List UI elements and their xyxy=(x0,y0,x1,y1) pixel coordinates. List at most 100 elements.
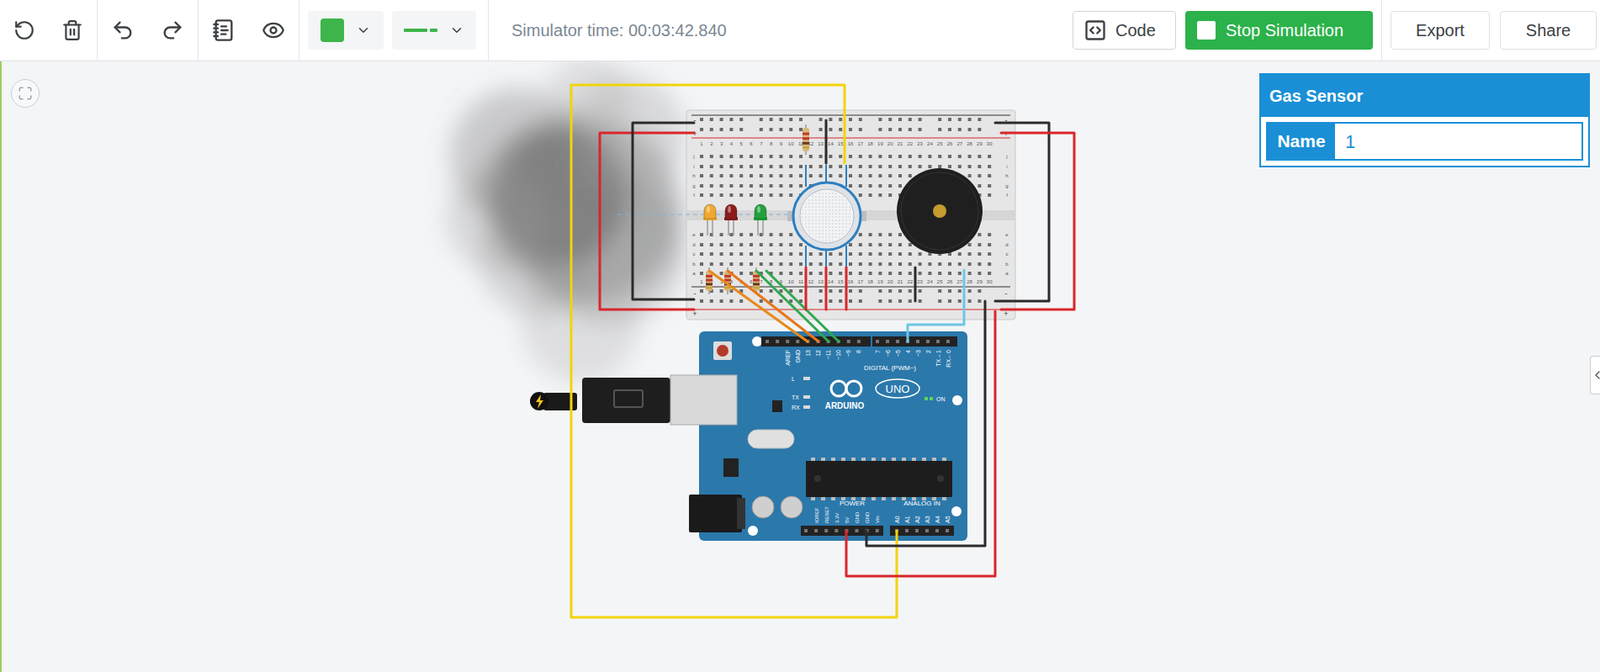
export-button[interactable]: Export xyxy=(1390,10,1490,50)
svg-text:13: 13 xyxy=(817,279,824,285)
microcontroller-chip xyxy=(805,457,953,501)
wire[interactable] xyxy=(995,122,1050,302)
svg-text:3: 3 xyxy=(720,141,724,147)
column-number: 66 xyxy=(749,141,753,285)
voltage-regulator xyxy=(723,458,739,477)
wire[interactable] xyxy=(756,270,829,342)
svg-text:e: e xyxy=(1005,232,1009,238)
led[interactable] xyxy=(753,204,768,236)
wire[interactable] xyxy=(1001,132,1075,310)
reset-button[interactable] xyxy=(713,341,732,361)
stop-simulation-button[interactable]: Stop Simulation xyxy=(1185,10,1373,50)
stop-icon xyxy=(1197,21,1216,40)
svg-text:30: 30 xyxy=(986,279,993,285)
simulator-time: Simulator time: 00:03:42.840 xyxy=(511,17,727,43)
svg-text:1: 1 xyxy=(699,279,704,285)
svg-text:h: h xyxy=(692,173,695,179)
svg-text:18: 18 xyxy=(867,141,874,147)
pin-label: ~5 xyxy=(895,349,901,357)
wire[interactable] xyxy=(632,122,695,300)
fit-view-button[interactable] xyxy=(10,79,40,108)
wire[interactable] xyxy=(571,84,897,618)
code-button[interactable]: Code xyxy=(1072,10,1177,50)
canvas-edge xyxy=(0,61,2,672)
wire[interactable] xyxy=(846,311,996,577)
redo-icon xyxy=(160,18,185,43)
arduino-uno[interactable]: AREFGND1312~11~10~987~6~54~32TX→1RX←0DIG… xyxy=(699,331,968,541)
pin-label: A0 xyxy=(894,515,901,524)
wire-style-dropdown[interactable] xyxy=(392,10,477,50)
svg-text:UNO: UNO xyxy=(885,382,911,396)
led[interactable] xyxy=(724,204,738,236)
share-button[interactable]: Share xyxy=(1499,10,1597,50)
svg-text:17: 17 xyxy=(857,141,864,147)
svg-text:6: 6 xyxy=(749,141,753,147)
column-number: 2020 xyxy=(887,141,894,285)
wire[interactable] xyxy=(846,267,848,310)
wire[interactable] xyxy=(866,301,986,546)
row-letter: bb xyxy=(692,261,1009,267)
inspector-panel: Gas SensorName1 xyxy=(1259,73,1590,168)
fullscreen-icon xyxy=(17,85,33,101)
row-letter: aa xyxy=(692,270,1009,276)
notes-icon xyxy=(211,18,236,43)
pin-label: 4 xyxy=(905,349,912,354)
svg-text:i: i xyxy=(1006,164,1007,170)
wire-color-dropdown[interactable] xyxy=(307,10,384,50)
svg-text:21: 21 xyxy=(897,141,904,147)
svg-text:30: 30 xyxy=(986,141,993,147)
piezo-buzzer[interactable] xyxy=(896,168,983,255)
svg-text:6: 6 xyxy=(749,279,753,285)
pin-label: Vin xyxy=(874,515,880,524)
svg-text:25: 25 xyxy=(937,279,944,285)
svg-text:f: f xyxy=(1006,192,1008,198)
svg-text:ON: ON xyxy=(936,396,946,403)
wire[interactable] xyxy=(766,270,839,342)
svg-text:17: 17 xyxy=(857,279,864,285)
undo-button[interactable] xyxy=(104,11,142,49)
svg-text:a: a xyxy=(1005,270,1009,276)
pin-label: 3.3V xyxy=(834,513,840,524)
arduino-logo: ARDUINOUNO xyxy=(825,379,920,411)
svg-text:8: 8 xyxy=(769,141,774,147)
pin-label: RX←0 xyxy=(945,349,952,368)
svg-text:14: 14 xyxy=(827,279,834,285)
wire[interactable] xyxy=(805,267,807,310)
breadboard[interactable]: 1122334455667788991010111112121313141415… xyxy=(686,110,1016,320)
column-number: 1818 xyxy=(867,141,874,285)
pin-label: 8 xyxy=(855,349,862,354)
side-panel-tab[interactable] xyxy=(1589,355,1600,395)
wire-style-icon xyxy=(403,26,438,34)
resistor[interactable] xyxy=(802,124,810,155)
usb-cable[interactable] xyxy=(529,375,737,425)
notes-button[interactable] xyxy=(205,11,243,49)
wire[interactable] xyxy=(826,267,827,310)
wire[interactable] xyxy=(599,132,695,310)
lightning-icon xyxy=(535,394,544,409)
svg-text:d: d xyxy=(1005,242,1008,248)
power-jack xyxy=(688,494,746,533)
svg-text:23: 23 xyxy=(916,141,923,147)
redo-button[interactable] xyxy=(153,11,191,49)
visibility-button[interactable] xyxy=(254,11,292,49)
gas-sensor[interactable] xyxy=(787,164,867,268)
svg-text:L: L xyxy=(791,376,795,382)
pin-label: A3 xyxy=(924,515,931,524)
canvas[interactable]: 1122334455667788991010111112121313141415… xyxy=(0,61,1600,672)
delete-button[interactable] xyxy=(53,11,91,49)
inspector-title: Gas Sensor xyxy=(1260,74,1589,117)
svg-text:2: 2 xyxy=(709,141,714,147)
color-swatch xyxy=(320,18,345,43)
wire[interactable] xyxy=(826,120,827,164)
rotate-button[interactable] xyxy=(5,11,43,49)
svg-text:22: 22 xyxy=(906,141,913,147)
rail-sign: ---- xyxy=(694,116,1008,298)
undo-icon xyxy=(111,18,135,43)
svg-text:j: j xyxy=(692,153,695,159)
wire[interactable] xyxy=(915,267,917,302)
svg-text:f: f xyxy=(693,192,695,198)
name-input[interactable]: 1 xyxy=(1335,123,1582,159)
svg-text:c: c xyxy=(693,251,696,257)
column-number: 33 xyxy=(720,141,724,285)
led[interactable] xyxy=(703,204,717,236)
